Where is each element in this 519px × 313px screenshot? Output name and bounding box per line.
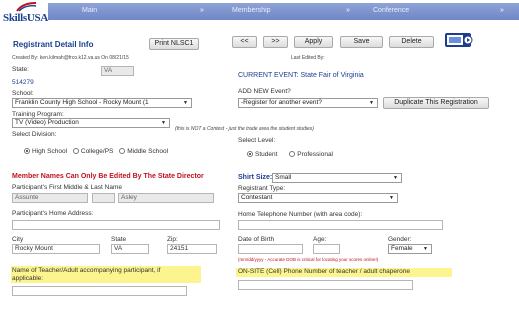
school-label: School:: [12, 90, 34, 97]
name-edit-warning: Member Names Can Only Be Edited By The S…: [12, 173, 204, 180]
add-event-value: -Register for another event?: [241, 99, 322, 106]
nav-main[interactable]: Main: [82, 7, 97, 14]
registrant-type-label: Registrant Type:: [238, 185, 286, 192]
dob-field[interactable]: [238, 244, 303, 254]
division-high-school[interactable]: High School: [24, 148, 67, 155]
top-header: SkillsUSA Main » Membership » Conference…: [0, 0, 519, 27]
teacher-label-line1: Name of Teacher/Adult accompanying parti…: [12, 267, 161, 274]
gender-select[interactable]: Female ▼: [388, 244, 432, 254]
state-field: VA: [101, 66, 134, 76]
logo-swoosh-icon: [16, 2, 37, 12]
nav-arrow-icon: »: [346, 7, 350, 14]
division-college[interactable]: College/PS: [72, 148, 114, 155]
level-professional[interactable]: Professional: [289, 151, 333, 158]
training-program-select[interactable]: TV (Video) Production ▼: [12, 118, 170, 128]
last-name-field[interactable]: Asley: [118, 193, 214, 203]
radio-selected-icon: [247, 151, 253, 157]
chevron-down-icon: ▼: [183, 100, 188, 106]
division-radio-group: High School College/PS Middle School: [24, 148, 168, 155]
training-program-value: TV (Video) Production: [15, 119, 79, 126]
delete-button[interactable]: Delete: [389, 36, 434, 48]
print-nlsc-button[interactable]: Print NLSC1: [149, 38, 199, 50]
city-label: City: [12, 236, 24, 243]
apply-button[interactable]: Apply: [294, 36, 333, 48]
age-label: Age:: [313, 236, 327, 243]
state2-label: State: [111, 236, 127, 243]
age-field[interactable]: [313, 244, 340, 254]
shirt-size-select[interactable]: Small ▼: [272, 173, 402, 183]
select-level-label: Select Level:: [238, 137, 276, 144]
nav-arrow-icon: »: [200, 7, 204, 14]
duplicate-registration-button[interactable]: Duplicate This Registration: [383, 97, 489, 109]
division-middle-school-label: Middle School: [127, 148, 169, 155]
state2-field[interactable]: VA: [111, 244, 149, 254]
radio-icon: [119, 148, 126, 154]
state-label: State:: [12, 66, 29, 73]
shirt-size-value: Small: [275, 174, 292, 181]
participant-name-label: Participant's First Middle & Last Name: [12, 184, 122, 191]
city-field[interactable]: Rocky Mount: [12, 244, 100, 254]
watch-video-icon[interactable]: [444, 32, 474, 49]
skillsusa-logo[interactable]: SkillsUSA: [3, 2, 48, 26]
zip-label: Zip:: [167, 236, 178, 243]
level-student[interactable]: Student: [247, 151, 277, 158]
dob-label: Date of Birth: [238, 236, 275, 243]
middle-name-field[interactable]: [92, 193, 115, 203]
school-select-value: Franklin County High School - Rocky Moun…: [15, 99, 149, 106]
nav-arrow-icon: »: [500, 7, 504, 14]
chevron-down-icon: ▼: [389, 195, 394, 201]
main-nav-bar: Main » Membership » Conference »: [48, 3, 519, 20]
gender-label: Gender:: [388, 236, 412, 243]
created-by-text: Created By: ken.kilmah@frco.k12.va.us On…: [12, 55, 129, 61]
next-button[interactable]: >>: [263, 36, 288, 48]
home-address-label: Participant's Home Address:: [12, 210, 94, 217]
registrant-type-value: Contestant: [241, 194, 273, 201]
teacher-label-line2: applicable:: [12, 275, 44, 282]
teacher-name-field[interactable]: [12, 286, 187, 296]
chevron-down-icon: ▼: [161, 120, 166, 126]
last-edited-text: Last Edited By:: [291, 55, 325, 61]
radio-icon: [72, 148, 79, 154]
radio-selected-icon: [24, 148, 30, 154]
gender-value: Female: [391, 245, 413, 252]
chevron-down-icon: ▼: [369, 100, 374, 106]
select-division-label: Select Division:: [12, 131, 57, 138]
division-middle-school[interactable]: Middle School: [119, 148, 168, 155]
nav-membership[interactable]: Membership: [232, 7, 271, 14]
shirt-size-label: Shirt Size:: [238, 174, 273, 181]
current-event-text: CURRENT EVENT: State Fair of Virginia: [238, 72, 364, 79]
chevron-down-icon: ▼: [393, 175, 398, 181]
dob-note-text: (mm/dd/yyyy - Accurate DOB is critical f…: [238, 257, 379, 262]
add-event-label: ADD NEW Event?: [238, 88, 291, 95]
previous-button[interactable]: <<: [232, 36, 257, 48]
contest-note-text: (this is NOT a Contest - just the trade …: [175, 126, 314, 132]
member-id-text: 514279: [12, 79, 34, 86]
radio-icon: [289, 151, 296, 157]
zip-field[interactable]: 24151: [167, 244, 217, 254]
school-select[interactable]: Franklin County High School - Rocky Moun…: [12, 98, 192, 108]
home-address-field[interactable]: [12, 220, 220, 230]
level-radio-group: Student Professional: [247, 151, 333, 158]
onsite-phone-label: ON-SITE (Cell) Phone Number of teacher /…: [238, 268, 410, 275]
chevron-down-icon: ▼: [423, 246, 428, 252]
add-event-select[interactable]: -Register for another event? ▼: [238, 98, 378, 108]
home-phone-label: Home Telephone Number (with area code):: [238, 211, 363, 218]
home-phone-field[interactable]: [238, 220, 443, 230]
onsite-phone-field[interactable]: [238, 280, 413, 290]
registrant-type-select[interactable]: Contestant ▼: [238, 193, 398, 203]
level-professional-label: Professional: [297, 151, 334, 158]
save-button[interactable]: Save: [340, 36, 383, 48]
first-name-field[interactable]: Assunte: [12, 193, 88, 203]
page-title: Registrant Detail Info: [13, 40, 94, 49]
nav-conference[interactable]: Conference: [373, 7, 409, 14]
division-college-label: College/PS: [80, 148, 114, 155]
training-program-label: Training Program:: [12, 111, 64, 118]
division-high-school-label: High School: [32, 148, 68, 155]
level-student-label: Student: [255, 151, 278, 158]
logo-text: SkillsUSA: [3, 12, 48, 24]
